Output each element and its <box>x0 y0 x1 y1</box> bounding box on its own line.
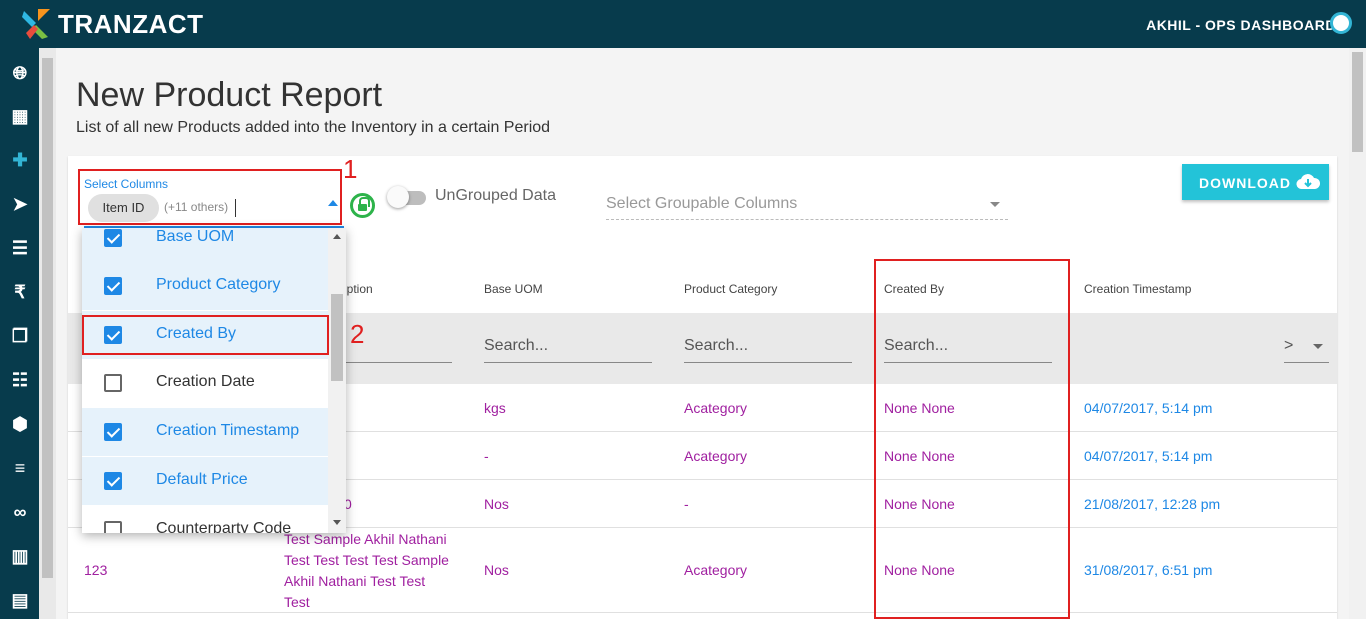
cell-item-id: 123 <box>84 562 108 578</box>
copy-icon[interactable]: ❐ <box>9 325 31 347</box>
truck-icon[interactable]: ≡ <box>9 457 31 479</box>
chevron-down-icon[interactable] <box>1313 344 1323 349</box>
cell-category: Acategory <box>684 562 748 578</box>
search-input-category[interactable]: Search... <box>684 337 852 363</box>
row-divider <box>68 612 1337 613</box>
checkbox-unchecked[interactable] <box>104 374 122 392</box>
lock-icon[interactable] <box>350 193 375 218</box>
cell-description: Test Sample Akhil Nathani Test Test Test… <box>284 531 449 610</box>
column-option-default-price[interactable]: Default Price <box>82 457 328 505</box>
annotation-number-1: 1 <box>343 154 358 184</box>
document-icon[interactable]: ☷ <box>9 369 31 391</box>
option-label: Default Price <box>156 471 248 488</box>
sidebar: 🌐︎ ▦ ✚ ➤ ☰ ₹ ❐ ☷ ⬢ ≡ ∞ ▥ ▤ <box>0 48 39 619</box>
cell-timestamp: 21/08/2017, 12:28 pm <box>1084 496 1221 512</box>
box-icon[interactable]: ⬢ <box>9 413 31 435</box>
scroll-down-icon[interactable] <box>333 520 341 525</box>
globe-icon[interactable]: 🌐︎ <box>9 62 31 84</box>
scroll-up-icon[interactable] <box>333 234 341 239</box>
sidebar-scrollbar[interactable] <box>39 48 56 619</box>
groupable-underline <box>606 219 1008 220</box>
cell-uom: Nos <box>484 562 509 578</box>
page-scrollbar[interactable] <box>1349 48 1366 619</box>
cell-uom: kgs <box>484 400 506 416</box>
checkbox-checked[interactable] <box>104 277 122 295</box>
cell-timestamp: 04/07/2017, 5:14 pm <box>1084 448 1213 464</box>
cell-timestamp: 31/08/2017, 6:51 pm <box>1084 562 1213 578</box>
link-icon[interactable]: ∞ <box>9 501 31 523</box>
option-label: Creation Timestamp <box>156 422 300 439</box>
cell-uom: Nos <box>484 496 509 512</box>
cloud-download-icon <box>1296 174 1320 190</box>
toggle-knob[interactable] <box>387 186 409 208</box>
checkbox-unchecked[interactable] <box>104 521 122 533</box>
more-columns-select[interactable]: > <box>1284 337 1329 363</box>
column-header-product-category[interactable]: Product Category <box>684 282 777 296</box>
dropdown-scrollbar[interactable] <box>328 228 346 533</box>
column-option-counterparty-code[interactable]: Counterparty Code <box>82 506 328 533</box>
column-header-base-uom[interactable]: Base UOM <box>484 282 543 296</box>
cell-uom: - <box>484 448 489 464</box>
rupee-icon[interactable]: ₹ <box>9 281 31 303</box>
annotation-box-1 <box>78 169 342 225</box>
page-subtitle: List of all new Products added into the … <box>76 119 551 136</box>
checkbox-checked[interactable] <box>104 229 122 247</box>
annotation-number-2: 2 <box>350 319 365 349</box>
download-label: DOWNLOAD <box>1199 175 1291 191</box>
chevron-down-icon[interactable] <box>990 202 1000 207</box>
option-label: Creation Date <box>156 373 255 390</box>
notebook-icon[interactable]: ▤ <box>9 589 31 611</box>
column-header-creation-timestamp[interactable]: Creation Timestamp <box>1084 282 1191 296</box>
annotation-box-2 <box>82 315 329 355</box>
user-menu[interactable]: AKHIL - OPS DASHBOARD <box>1146 17 1336 33</box>
cell-timestamp: 04/07/2017, 5:14 pm <box>1084 400 1213 416</box>
book-icon[interactable]: ▥ <box>9 545 31 567</box>
list-icon[interactable]: ☰ <box>9 237 31 259</box>
search-input-base-uom[interactable]: Search... <box>484 337 652 363</box>
avatar[interactable] <box>1330 12 1352 34</box>
brand-name: TRANZACT <box>58 9 204 39</box>
plus-icon[interactable]: ✚ <box>9 149 31 171</box>
cell-category: Acategory <box>684 448 748 464</box>
checkbox-checked[interactable] <box>104 472 122 490</box>
option-label: Product Category <box>156 276 281 293</box>
page-title: New Product Report <box>76 76 383 114</box>
column-option-base-uom[interactable]: Base UOM <box>82 228 328 262</box>
top-bar: TRANZACT AKHIL - OPS DASHBOARD <box>0 0 1366 48</box>
cell-category: - <box>684 496 689 512</box>
toggle-label: UnGrouped Data <box>435 187 556 204</box>
tranzact-logo <box>22 9 50 39</box>
option-label: Base UOM <box>156 228 235 245</box>
column-options-dropdown: Base UOM Product Category Created By Cre… <box>82 228 346 533</box>
groupable-columns-select[interactable]: Select Groupable Columns <box>606 195 797 213</box>
send-icon[interactable]: ➤ <box>9 193 31 215</box>
column-option-creation-timestamp[interactable]: Creation Timestamp <box>82 408 328 456</box>
cell-category: Acategory <box>684 400 748 416</box>
column-option-creation-date[interactable]: Creation Date <box>82 359 328 407</box>
column-option-product-category[interactable]: Product Category <box>82 262 328 310</box>
building-icon[interactable]: ▦ <box>9 105 31 127</box>
option-label: Counterparty Code <box>156 520 292 533</box>
checkbox-checked[interactable] <box>104 423 122 441</box>
download-button[interactable]: DOWNLOAD <box>1182 164 1329 200</box>
annotation-box-created-by <box>874 259 1070 619</box>
